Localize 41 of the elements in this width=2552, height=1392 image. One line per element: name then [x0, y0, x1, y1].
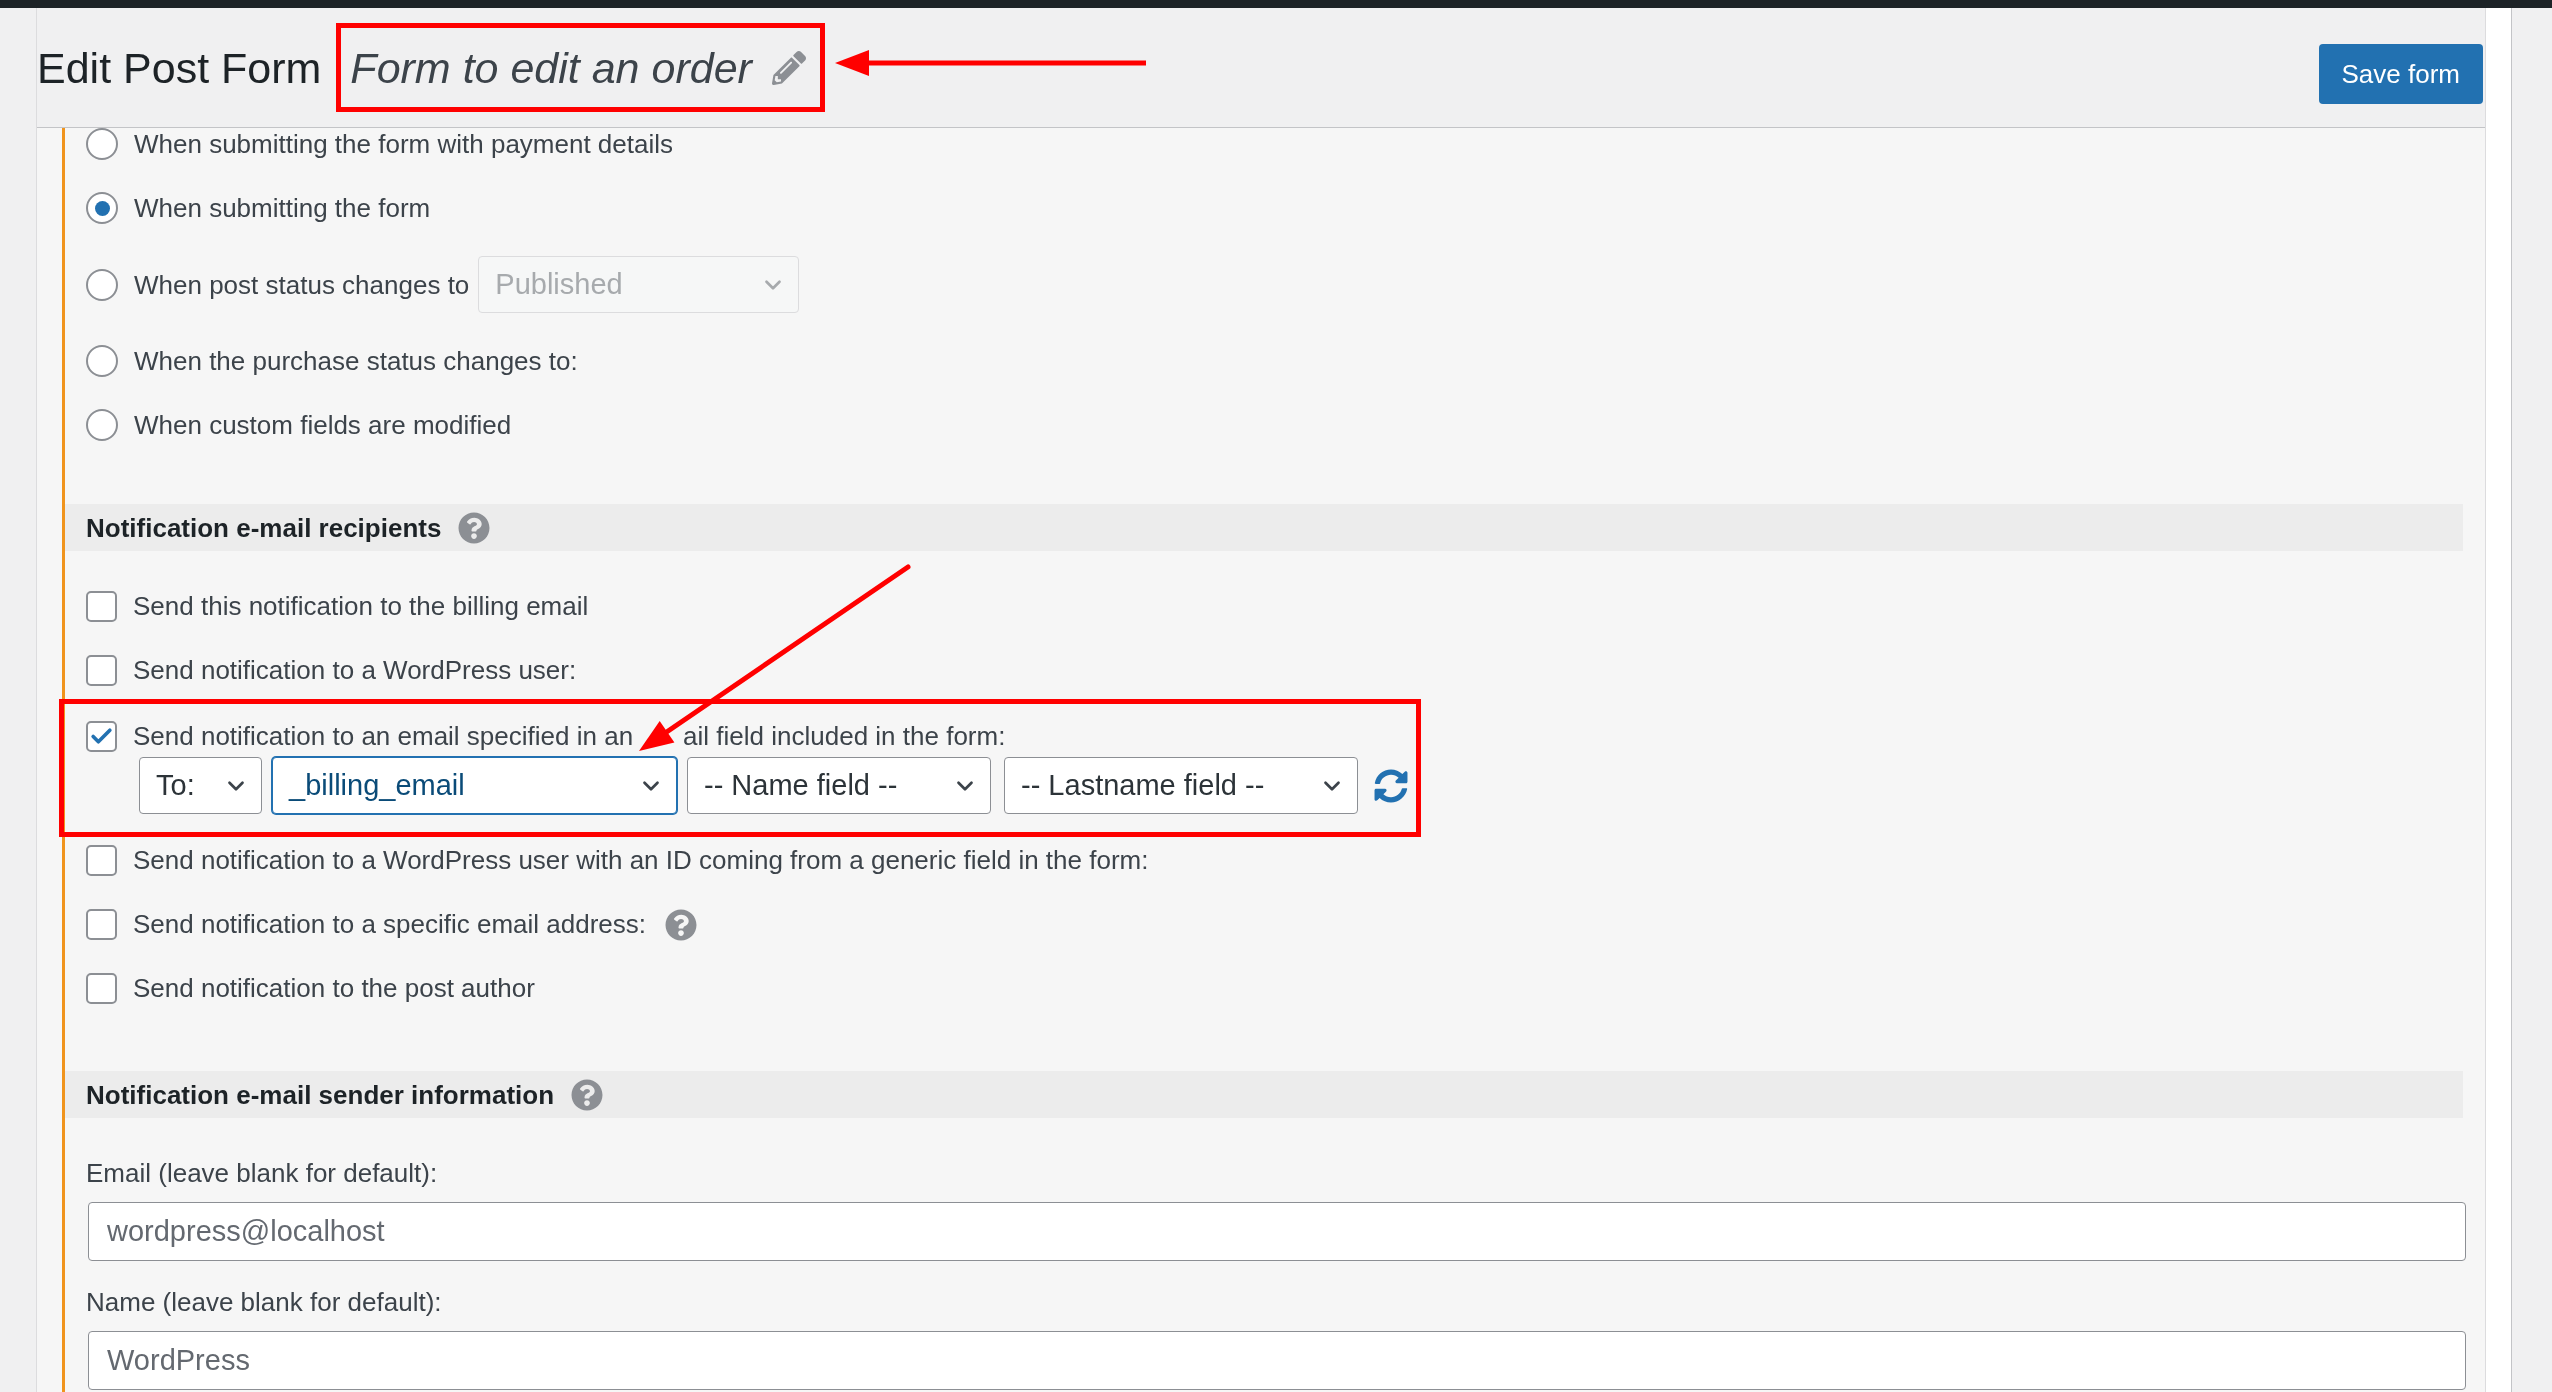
field-label: Email (leave blank for default): [86, 1158, 439, 1188]
help-icon[interactable] [665, 908, 698, 941]
select-dropdown[interactable]: -- Lastname field -- [1004, 757, 1358, 814]
input-field[interactable]: WordPress [88, 1331, 2466, 1390]
section-title: Notification e-mail sender information [86, 1081, 555, 1108]
option-label: When the purchase status changes to: [134, 345, 578, 377]
checkbox[interactable] [86, 655, 117, 686]
select-dropdown[interactable]: _billing_email [272, 757, 677, 814]
select-dropdown[interactable]: -- Name field -- [687, 757, 991, 814]
radio-button[interactable] [86, 268, 118, 301]
checkbox[interactable] [86, 591, 117, 622]
select-dropdown[interactable]: To: [139, 757, 262, 814]
refresh-icon[interactable] [1374, 768, 1408, 803]
option-label: Send notification to a WordPress user: [133, 655, 577, 686]
section-title: Notification e-mail recipients [86, 514, 442, 541]
option-label: When submitting the form with payment details [134, 128, 674, 160]
pencil-icon[interactable] [771, 50, 806, 85]
option-label: When submitting the form [134, 192, 431, 224]
radio-button[interactable] [86, 409, 118, 441]
option-label: Send notification to a specific email address: [133, 909, 647, 940]
field-label: Name (leave blank for default): [86, 1287, 443, 1317]
form-name: Form to edit an order [350, 42, 752, 93]
checkbox[interactable] [86, 721, 117, 752]
save-button[interactable]: Save form [2318, 43, 2483, 104]
page-title: Edit Post Form [37, 42, 322, 93]
option-label: Send notification to an email specified in an [133, 721, 634, 752]
option-label: When custom fields are modified [134, 409, 512, 441]
checkbox[interactable] [86, 909, 117, 940]
help-icon[interactable] [458, 511, 491, 544]
input-field[interactable]: wordpress@localhost [88, 1202, 2466, 1261]
radio-button[interactable] [86, 345, 118, 377]
checkbox[interactable] [86, 973, 117, 1004]
option-label: Send this notification to the billing email [133, 591, 589, 622]
help-icon[interactable] [571, 1078, 604, 1111]
radio-button[interactable] [86, 128, 118, 160]
option-label: Send notification to a WordPress user with an ID coming from a generic field in the form: [133, 845, 1149, 876]
checkbox[interactable] [86, 845, 117, 876]
radio-button[interactable] [86, 192, 118, 224]
option-label: Send notification to the post author [133, 973, 535, 1004]
option-label: ail field included in the form: [683, 721, 1006, 752]
option-label: When post status changes to [134, 268, 470, 301]
